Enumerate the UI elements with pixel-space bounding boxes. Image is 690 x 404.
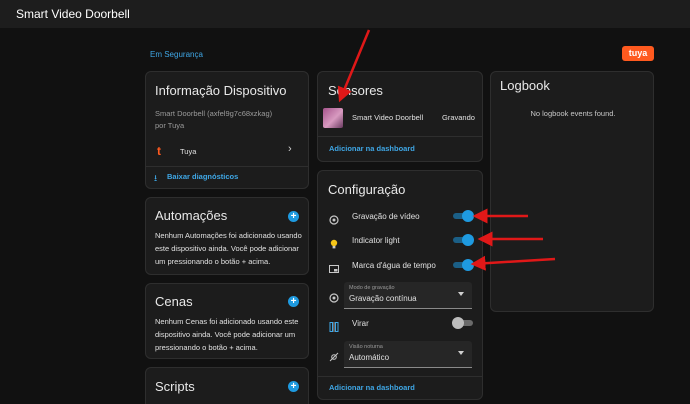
add-scene-button[interactable]: + — [288, 296, 299, 307]
configuration-card: Configuração Gravação de vídeo Indicator… — [317, 170, 483, 400]
indicator-light-label: Indicator light — [352, 236, 400, 245]
flip-toggle[interactable] — [452, 317, 473, 329]
sensor-entity-state: Gravando — [442, 113, 475, 122]
scripts-title: Scripts — [155, 379, 195, 394]
add-automation-button[interactable]: + — [288, 211, 299, 222]
device-info-title: Informação Dispositivo — [155, 83, 287, 98]
device-manufacturer: por Tuya — [155, 121, 185, 130]
automations-empty-text: Nenhum Automações foi adicionado usando … — [155, 231, 302, 266]
flip-icon — [329, 319, 339, 332]
time-watermark-toggle[interactable] — [453, 259, 474, 271]
automations-title: Automações — [155, 208, 228, 223]
add-script-button[interactable]: + — [288, 381, 299, 392]
logbook-title: Logbook — [500, 78, 550, 93]
record-icon — [329, 212, 339, 225]
tuya-integration-icon: t — [157, 144, 161, 158]
download-diagnostics-label: Baixar diagnósticos — [167, 172, 239, 181]
device-info-card: Informação Dispositivo Smart Doorbell (a… — [145, 71, 309, 189]
divider — [318, 136, 482, 137]
top-app-bar: Smart Video Doorbell — [0, 0, 690, 28]
tuya-logo: tuya — [622, 46, 654, 61]
divider — [146, 166, 308, 167]
download-icon: ⭳ — [154, 173, 158, 183]
automations-card: Automações + Nenhum Automações foi adici… — [145, 197, 309, 275]
scenes-title: Cenas — [155, 294, 193, 309]
device-model: Smart Doorbell (axfel9g7c68xzkag) — [155, 109, 273, 118]
night-vision-select[interactable]: Visão noturna Automático — [344, 341, 472, 368]
chevron-down-icon — [458, 351, 464, 355]
chevron-right-icon: › — [288, 143, 292, 155]
watermark-icon — [329, 261, 339, 273]
configuration-title: Configuração — [328, 182, 406, 197]
night-vision-value: Automático — [349, 353, 390, 362]
chevron-down-icon — [458, 292, 464, 296]
logbook-card: Logbook No logbook events found. — [490, 71, 654, 312]
recording-mode-value: Gravação contínua — [349, 294, 417, 303]
camera-thumbnail — [323, 108, 343, 128]
night-vision-label: Visão noturna — [349, 344, 383, 350]
sensors-add-dashboard-link[interactable]: Adicionar na dashboard — [329, 144, 415, 153]
scenes-empty-text: Nenhum Cenas foi adicionado usando este … — [155, 317, 299, 352]
recording-mode-select[interactable]: Modo de gravação Gravação contínua — [344, 282, 472, 309]
sensor-entity-name: Smart Video Doorbell — [352, 113, 424, 122]
sensor-entity-row[interactable]: Smart Video Doorbell Gravando — [318, 106, 482, 130]
recording-mode-label: Modo de gravação — [349, 285, 395, 291]
video-recording-toggle[interactable] — [453, 210, 474, 222]
flip-label: Virar — [352, 319, 369, 328]
scripts-card: Scripts + — [145, 367, 309, 404]
video-recording-label: Gravação de vídeo — [352, 212, 420, 221]
page-title: Smart Video Doorbell — [16, 7, 130, 21]
night-vision-icon — [329, 349, 339, 362]
divider — [318, 376, 482, 377]
configuration-add-dashboard-link[interactable]: Adicionar na dashboard — [329, 383, 415, 392]
bulb-icon — [329, 236, 339, 249]
recording-mode-icon — [329, 290, 339, 303]
sensors-title: Sensores — [328, 83, 383, 98]
sensors-card: Sensores Smart Video Doorbell Gravando A… — [317, 71, 483, 162]
breadcrumb-link[interactable]: Em Segurança — [150, 50, 203, 59]
integration-label: Tuya — [180, 147, 197, 156]
logbook-empty-text: No logbook events found. — [530, 109, 616, 118]
time-watermark-label: Marca d'água de tempo — [352, 261, 436, 270]
integration-row[interactable]: t Tuya › — [146, 142, 308, 160]
scenes-card: Cenas + Nenhum Cenas foi adicionado usan… — [145, 283, 309, 359]
indicator-light-toggle[interactable] — [453, 234, 474, 246]
